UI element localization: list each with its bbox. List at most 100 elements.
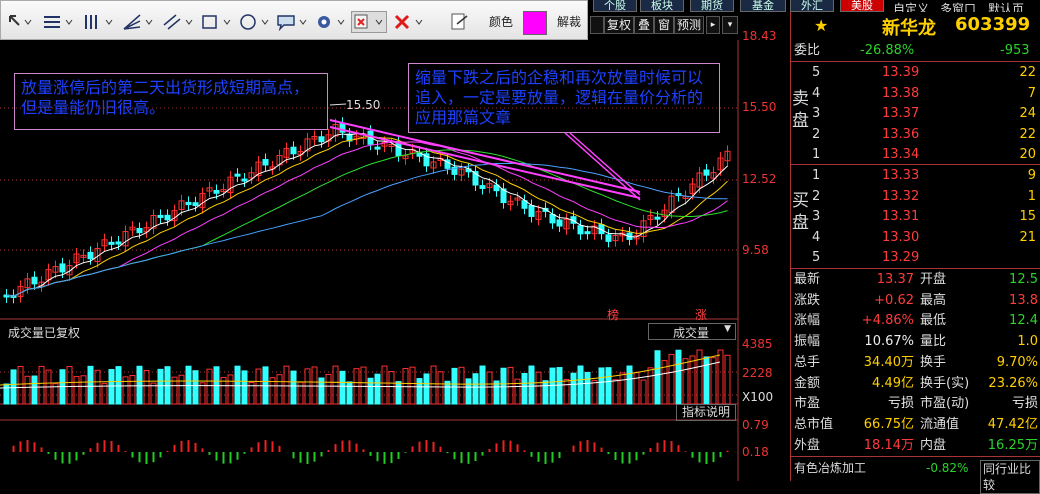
volume-bar [66,366,73,405]
bid-row[interactable]: 4 13.30 21 [790,227,1040,248]
volume-bar [612,379,619,405]
delete-drawing-button[interactable] [351,11,387,33]
candle [549,213,556,224]
volume-bar [346,381,353,405]
volume-bar [605,367,612,405]
rectangle-icon [202,15,231,29]
tag-bang[interactable]: 榜 [607,306,619,323]
volume-bar [717,349,724,405]
stat-value: 12.5 [1009,272,1038,287]
favorite-star-icon[interactable]: ★ [814,16,828,35]
ask-volume: 20 [1019,147,1036,162]
ask-price: 13.38 [882,85,920,101]
volume-bar [87,365,94,405]
stat-value: 18.14万 [863,437,914,453]
tab-futures[interactable]: 期货 [690,0,734,12]
bid-row[interactable]: 5 13.29 [790,247,1040,268]
volume-bar [479,365,486,405]
volume-bar [724,354,731,405]
volume-bar [584,371,591,405]
subtab-forecast[interactable]: 预测 [674,16,704,34]
subtab-window[interactable]: 窗 [654,16,674,34]
bid-row[interactable]: 3 13.31 15 [790,206,1040,227]
annotation-note-2[interactable]: 缩量下跌之后的企稳和再次放量时候可以追入，一定是要放量，逻辑在量价分析的应用那篇… [408,63,720,133]
text-align-icon [44,16,73,28]
subtab-overlay[interactable]: 叠 [634,16,654,34]
volume-bar [157,368,164,405]
volume-bar [143,369,150,405]
parallel-line-button[interactable] [81,11,117,33]
stock-name: 新华龙 [882,18,936,39]
subtab-scroll-right[interactable]: ▸ [706,16,720,34]
stock-code: 603399 [955,14,1031,35]
stat-label: 金额 [794,375,821,391]
subtab-menu[interactable]: ▾ [722,16,738,34]
stat-row: 市盈 亏损 市盈(动) 亏损 [790,393,1040,414]
tab-sector[interactable]: 板块 [640,0,684,12]
volume-bar [178,374,185,405]
volume-axis-label: 2228 [742,366,773,380]
ask-price: 13.39 [882,65,920,80]
unlock-button[interactable]: 解裁 [557,13,581,30]
volume-bar [591,379,598,405]
volume-bar [472,373,479,405]
ellipse-tool-button[interactable] [237,11,273,33]
volume-bar [3,383,10,405]
stat-value: 34.40万 [863,354,914,370]
settings-button[interactable] [313,11,349,33]
candle [213,190,220,194]
volume-bar [10,369,17,405]
ask-row[interactable]: 2 13.36 22 [790,124,1040,145]
volume-bar [430,365,437,405]
stat-label: 涨跌 [794,292,821,308]
tab-forex[interactable]: 外汇 [790,0,834,12]
rectangle-tool-button[interactable] [199,11,235,33]
subtab-restore-rights[interactable]: 复权 [604,16,634,34]
industry-compare-button[interactable]: 同行业比较 [980,460,1040,494]
callout-tool-button[interactable] [275,11,311,33]
close-drawing-button[interactable] [391,11,427,33]
stat-label: 量比 [920,334,947,350]
channel-button[interactable] [161,11,197,33]
ask-row[interactable]: 5 13.39 22 [790,62,1040,83]
tag-zhang[interactable]: 涨 [695,306,707,323]
volume-bar [542,380,549,405]
ask-row[interactable]: 1 13.34 20 [790,144,1040,165]
volume-bar [640,379,647,405]
volume-bar [528,365,535,405]
fan-line-button[interactable] [121,11,157,33]
ask-volume: 22 [1019,65,1036,80]
volume-bar [521,372,528,405]
bid-level: 5 [812,250,821,265]
volume-bar [360,366,367,405]
tab-stock[interactable]: 个股 [593,0,637,12]
stat-value: 23.26% [988,375,1038,391]
ask-row[interactable]: 4 13.38 7 [790,83,1040,104]
volume-indicator-dropdown[interactable]: 成交量 ▼ [648,323,736,340]
stat-label: 换手(实) [920,375,970,391]
volume-bar [311,366,318,405]
text-tool-button[interactable] [41,11,77,33]
indicator-help-button[interactable]: 指标说明 [676,404,736,421]
color-swatch[interactable] [523,11,547,35]
volume-bar [577,365,584,405]
export-button[interactable] [447,11,473,33]
candle [115,241,122,245]
bid-row[interactable]: 1 13.33 9 [790,165,1040,186]
subtab-scroll-left[interactable] [590,16,604,34]
annotation-note-1[interactable]: 放量涨停后的第二天出货形成短期高点，但是量能仍旧很高。 [14,73,328,130]
arrow-dropdown-button[interactable] [5,11,35,33]
ask-volume: 7 [1027,85,1036,101]
weibi-row: 委比 -26.88% -953 [790,40,1040,61]
volume-bar [451,367,458,405]
bid-row[interactable]: 2 13.32 1 [790,186,1040,207]
ask-level: 3 [812,106,821,121]
tab-fund[interactable]: 基金 [740,0,786,12]
industry-name[interactable]: 有色冶炼加工 [794,458,866,479]
stat-value: 10.67% [864,334,914,350]
volume-bar [444,380,451,405]
tab-us-stock[interactable]: 美股 [840,0,884,12]
volume-bar [24,375,31,405]
ask-row[interactable]: 3 13.37 24 [790,103,1040,124]
bid-price: 13.32 [882,188,920,204]
